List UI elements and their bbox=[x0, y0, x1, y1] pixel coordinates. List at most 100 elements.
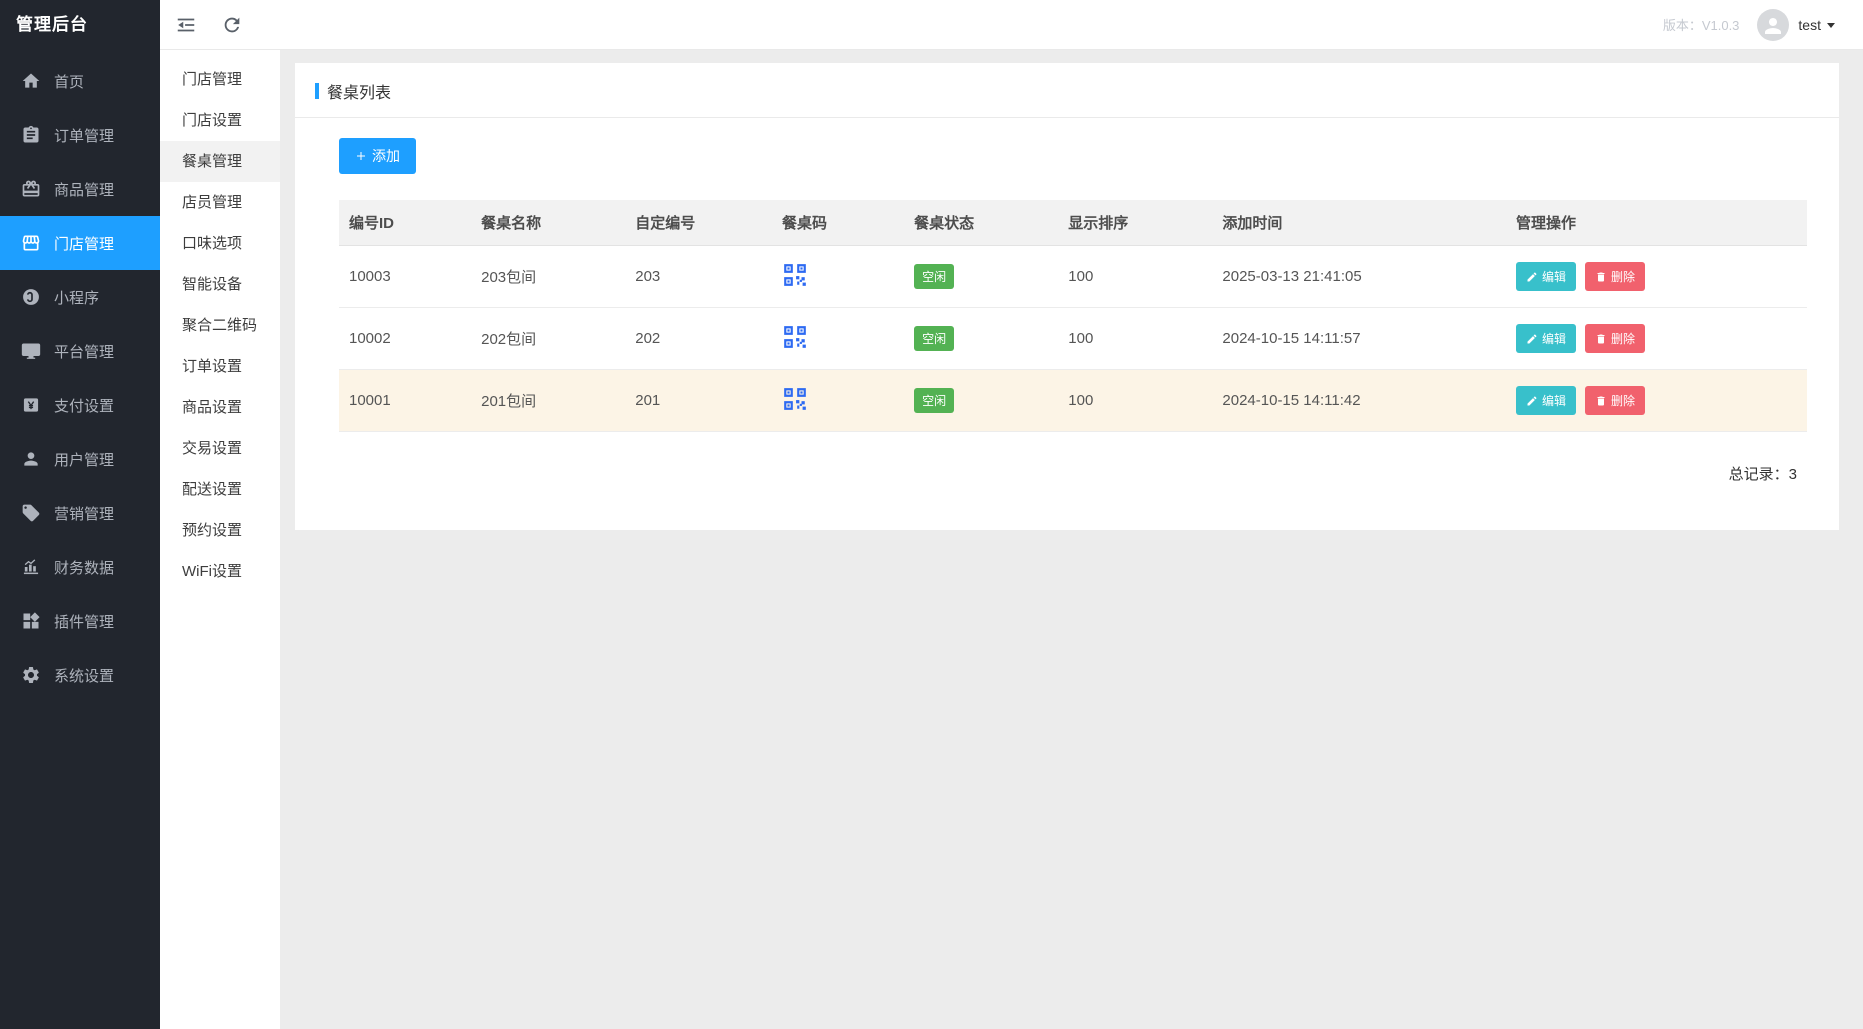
submenu-item-12[interactable]: WiFi设置 bbox=[160, 551, 280, 592]
submenu-item-0[interactable]: 门店管理 bbox=[160, 59, 280, 100]
total-records: 总记录：3 bbox=[339, 463, 1807, 484]
delete-button[interactable]: 删除 bbox=[1585, 386, 1645, 415]
submenu-item-9[interactable]: 交易设置 bbox=[160, 428, 280, 469]
column-header: 餐桌名称 bbox=[471, 200, 625, 246]
status-badge: 空闲 bbox=[914, 388, 954, 413]
add-button[interactable]: 添加 bbox=[339, 138, 416, 174]
table-body: 10003203包间203空闲1002025-03-13 21:41:05编辑删… bbox=[339, 246, 1807, 432]
sidebar-menu: 首页订单管理商品管理门店管理小程序平台管理支付设置用户管理营销管理财务数据插件管… bbox=[0, 50, 160, 702]
marketing-icon bbox=[21, 503, 41, 523]
submenu-item-10[interactable]: 配送设置 bbox=[160, 469, 280, 510]
content-area: 餐桌列表 添加 编号ID餐桌名称自定编号餐桌码餐桌状态显示排序添加时间管理操作 … bbox=[280, 50, 1863, 1029]
sidebar-item-label: 平台管理 bbox=[54, 341, 114, 362]
user-menu[interactable]: test bbox=[1757, 9, 1835, 41]
username: test bbox=[1798, 17, 1821, 33]
qrcode-icon[interactable] bbox=[782, 324, 808, 350]
settings-icon bbox=[21, 665, 41, 685]
payment-icon bbox=[21, 395, 41, 415]
sidebar-item-label: 订单管理 bbox=[54, 125, 114, 146]
delete-button-label: 删除 bbox=[1611, 268, 1635, 285]
cell-qr bbox=[772, 370, 904, 432]
app-logo: 管理后台 bbox=[0, 0, 160, 50]
trash-icon bbox=[1595, 271, 1607, 283]
table-row: 10001201包间201空闲1002024-10-15 14:11:42编辑删… bbox=[339, 370, 1807, 432]
table-row: 10002202包间202空闲1002024-10-15 14:11:57编辑删… bbox=[339, 308, 1807, 370]
table-row: 10003203包间203空闲1002025-03-13 21:41:05编辑删… bbox=[339, 246, 1807, 308]
users-icon bbox=[21, 449, 41, 469]
sidebar-item-users[interactable]: 用户管理 bbox=[0, 432, 160, 486]
cell-qr bbox=[772, 246, 904, 308]
sidebar-item-orders[interactable]: 订单管理 bbox=[0, 108, 160, 162]
trash-icon bbox=[1595, 333, 1607, 345]
edit-button[interactable]: 编辑 bbox=[1516, 386, 1576, 415]
cell-qr bbox=[772, 308, 904, 370]
column-header: 餐桌状态 bbox=[904, 200, 1058, 246]
delete-button[interactable]: 删除 bbox=[1585, 262, 1645, 291]
sidebar-item-home[interactable]: 首页 bbox=[0, 54, 160, 108]
finance-icon bbox=[21, 557, 41, 577]
plugins-icon bbox=[21, 611, 41, 631]
platform-icon bbox=[21, 341, 41, 361]
submenu-item-2[interactable]: 餐桌管理 bbox=[160, 141, 280, 182]
submenu-item-6[interactable]: 聚合二维码 bbox=[160, 305, 280, 346]
sidebar-item-label: 系统设置 bbox=[54, 665, 114, 686]
qrcode-icon[interactable] bbox=[782, 386, 808, 412]
cell-time: 2025-03-13 21:41:05 bbox=[1212, 246, 1506, 308]
sidebar-item-label: 用户管理 bbox=[54, 449, 114, 470]
cell-sort: 100 bbox=[1058, 370, 1212, 432]
sidebar-item-platform[interactable]: 平台管理 bbox=[0, 324, 160, 378]
qrcode-icon[interactable] bbox=[782, 262, 808, 288]
column-header: 编号ID bbox=[339, 200, 471, 246]
page-title: 餐桌列表 bbox=[327, 79, 391, 103]
main-layout: 门店管理门店设置餐桌管理店员管理口味选项智能设备聚合二维码订单设置商品设置交易设… bbox=[160, 50, 1863, 1029]
sidebar-item-settings[interactable]: 系统设置 bbox=[0, 648, 160, 702]
column-header: 自定编号 bbox=[625, 200, 772, 246]
sidebar-item-plugins[interactable]: 插件管理 bbox=[0, 594, 160, 648]
add-button-label: 添加 bbox=[372, 146, 400, 166]
submenu-item-7[interactable]: 订单设置 bbox=[160, 346, 280, 387]
sidebar-item-miniprogram[interactable]: 小程序 bbox=[0, 270, 160, 324]
sidebar-item-store[interactable]: 门店管理 bbox=[0, 216, 160, 270]
edit-button[interactable]: 编辑 bbox=[1516, 324, 1576, 353]
card-header: 餐桌列表 bbox=[295, 63, 1839, 118]
cell-id: 10001 bbox=[339, 370, 471, 432]
cell-code: 202 bbox=[625, 308, 772, 370]
submenu-item-1[interactable]: 门店设置 bbox=[160, 100, 280, 141]
submenu-item-11[interactable]: 预约设置 bbox=[160, 510, 280, 551]
refresh-icon[interactable] bbox=[221, 14, 243, 36]
cell-name: 203包间 bbox=[471, 246, 625, 308]
submenu-item-5[interactable]: 智能设备 bbox=[160, 264, 280, 305]
submenu-item-3[interactable]: 店员管理 bbox=[160, 182, 280, 223]
cell-id: 10003 bbox=[339, 246, 471, 308]
sidebar-item-finance[interactable]: 财务数据 bbox=[0, 540, 160, 594]
store-icon bbox=[21, 233, 41, 253]
column-header: 餐桌码 bbox=[772, 200, 904, 246]
edit-button-label: 编辑 bbox=[1542, 330, 1566, 347]
collapse-sidebar-icon[interactable] bbox=[175, 14, 197, 36]
cell-time: 2024-10-15 14:11:42 bbox=[1212, 370, 1506, 432]
cell-name: 201包间 bbox=[471, 370, 625, 432]
submenu-item-4[interactable]: 口味选项 bbox=[160, 223, 280, 264]
edit-button-label: 编辑 bbox=[1542, 268, 1566, 285]
tables-table: 编号ID餐桌名称自定编号餐桌码餐桌状态显示排序添加时间管理操作 10003203… bbox=[339, 200, 1807, 432]
delete-button[interactable]: 删除 bbox=[1585, 324, 1645, 353]
submenu-item-8[interactable]: 商品设置 bbox=[160, 387, 280, 428]
cell-actions: 编辑 删除 bbox=[1506, 246, 1807, 308]
cell-sort: 100 bbox=[1058, 246, 1212, 308]
chevron-down-icon bbox=[1827, 23, 1835, 32]
edit-button[interactable]: 编辑 bbox=[1516, 262, 1576, 291]
cell-actions: 编辑 删除 bbox=[1506, 308, 1807, 370]
edit-icon bbox=[1526, 395, 1538, 407]
avatar bbox=[1757, 9, 1789, 41]
status-badge: 空闲 bbox=[914, 264, 954, 289]
cell-status: 空闲 bbox=[904, 370, 1058, 432]
cell-time: 2024-10-15 14:11:57 bbox=[1212, 308, 1506, 370]
edit-icon bbox=[1526, 333, 1538, 345]
delete-button-label: 删除 bbox=[1611, 330, 1635, 347]
status-badge: 空闲 bbox=[914, 326, 954, 351]
table-card: 餐桌列表 添加 编号ID餐桌名称自定编号餐桌码餐桌状态显示排序添加时间管理操作 … bbox=[295, 63, 1839, 530]
sidebar-item-marketing[interactable]: 营销管理 bbox=[0, 486, 160, 540]
sidebar-item-payment[interactable]: 支付设置 bbox=[0, 378, 160, 432]
orders-icon bbox=[21, 125, 41, 145]
sidebar-item-goods[interactable]: 商品管理 bbox=[0, 162, 160, 216]
